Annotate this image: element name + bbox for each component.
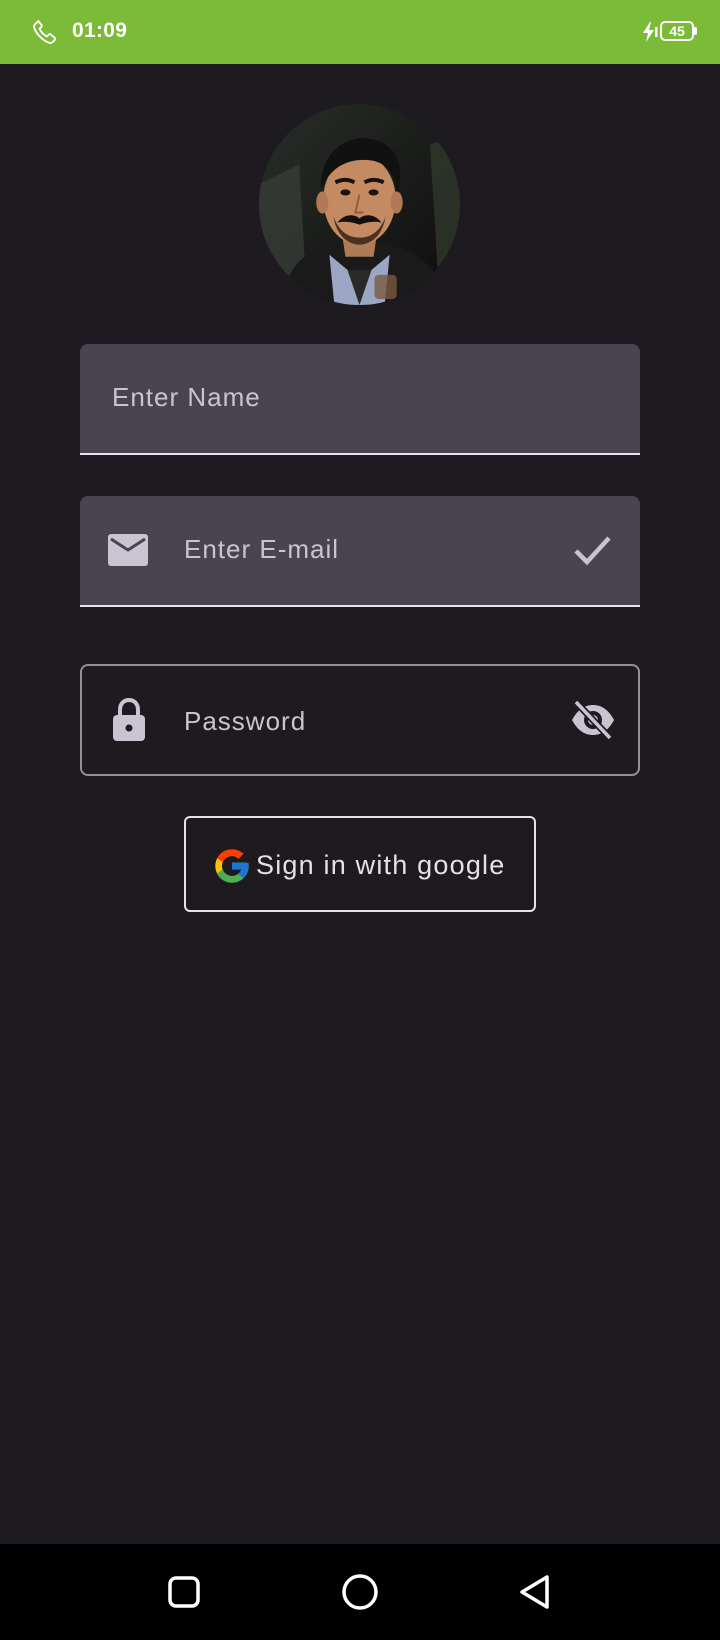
email-placeholder: Enter E-mail <box>184 534 340 564</box>
google-sign-in-button[interactable]: Sign in with google <box>184 816 536 912</box>
password-field[interactable]: Password <box>80 664 640 776</box>
email-field[interactable]: Enter E-mail <box>80 496 640 607</box>
name-placeholder: Enter Name <box>112 382 261 412</box>
battery-tip <box>694 27 697 35</box>
name-field[interactable]: Enter Name <box>80 344 640 455</box>
status-time: 01:09 <box>72 19 128 42</box>
recents-button[interactable] <box>164 1572 204 1612</box>
navigation-bar <box>0 1544 720 1640</box>
home-button[interactable] <box>340 1572 380 1612</box>
mail-icon <box>108 534 148 566</box>
password-placeholder: Password <box>184 706 307 736</box>
google-button-label: Sign in with google <box>256 850 506 880</box>
lock-icon <box>113 698 145 741</box>
status-bar: 01:09 45 <box>0 0 720 64</box>
battery-icon: 45 <box>660 21 694 41</box>
phone-icon <box>33 20 57 44</box>
charging-icon <box>643 22 658 42</box>
google-logo-icon <box>215 849 249 883</box>
profile-avatar[interactable] <box>259 104 460 305</box>
back-button[interactable] <box>516 1572 556 1612</box>
check-icon <box>574 536 611 566</box>
login-screen: 01:09 45 Enter Name Enter E-mail Passwor… <box>0 0 720 1640</box>
eye-off-icon[interactable] <box>570 700 616 740</box>
battery-level: 45 <box>669 23 685 39</box>
profile-photo <box>259 104 460 305</box>
